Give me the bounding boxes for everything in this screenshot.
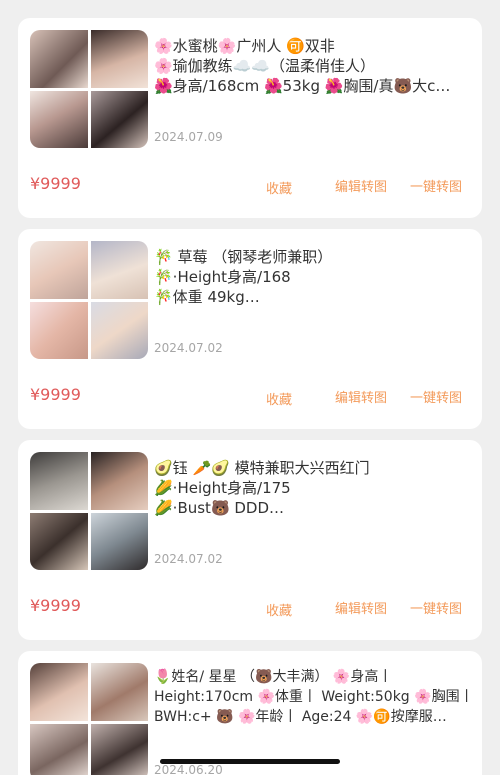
post-date: 2024.07.02: [154, 341, 223, 355]
photo-grid[interactable]: [30, 241, 148, 359]
photo-thumbnail[interactable]: [30, 90, 88, 148]
favorite-button[interactable]: 收藏: [266, 178, 292, 197]
description-line: Height:170cm 🌸体重丨 Weight:50kg 🌸胸围丨: [154, 689, 472, 705]
listing-description: 🌷姓名/ 星星 （🐻大丰满） 🌸身高丨 Height:170cm 🌸体重丨 We…: [154, 667, 472, 727]
one-click-repost-button[interactable]: 一键转图: [410, 176, 462, 195]
photo-grid[interactable]: [30, 452, 148, 570]
listing-card[interactable]: 🌷姓名/ 星星 （🐻大丰满） 🌸身高丨 Height:170cm 🌸体重丨 We…: [18, 651, 482, 775]
photo-thumbnail[interactable]: [90, 301, 148, 359]
description-line: BWH:c+ 🐻 🌸年龄丨 Age:24 🌸🉑按摩服…: [154, 709, 447, 725]
listing-description: 🎋 草莓 （钢琴老师兼职） 🎋·Height身高/168 🎋体重 49kg…: [154, 247, 472, 307]
photo-thumbnail[interactable]: [30, 663, 88, 721]
listing-description: 🥑钰 🥕🥑 模特兼职大兴西红门 🌽·Height身高/175 🌽·Bust🐻 D…: [154, 458, 472, 518]
photo-thumbnail[interactable]: [30, 452, 88, 510]
post-date: 2024.07.09: [154, 130, 223, 144]
favorite-button[interactable]: 收藏: [266, 389, 292, 408]
photo-thumbnail[interactable]: [90, 241, 148, 299]
photo-thumbnail[interactable]: [90, 30, 148, 88]
photo-grid[interactable]: [30, 30, 148, 148]
photo-thumbnail[interactable]: [90, 452, 148, 510]
post-date: 2024.06.20: [154, 763, 223, 775]
price: ¥9999: [30, 174, 81, 193]
photo-thumbnail[interactable]: [90, 663, 148, 721]
photo-thumbnail[interactable]: [90, 512, 148, 570]
photo-thumbnail[interactable]: [90, 90, 148, 148]
photo-thumbnail[interactable]: [30, 30, 88, 88]
description-line: 🌸水蜜桃🌸广州人 🉑双非: [154, 37, 335, 55]
photo-grid[interactable]: [30, 663, 148, 775]
description-line: 🥑钰 🥕🥑 模特兼职大兴西红门: [154, 459, 370, 477]
listing-card[interactable]: 🎋 草莓 （钢琴老师兼职） 🎋·Height身高/168 🎋体重 49kg… 2…: [18, 229, 482, 429]
edit-repost-button[interactable]: 编辑转图: [335, 387, 387, 406]
listing-page: 🌸水蜜桃🌸广州人 🉑双非 🌸瑜伽教练☁️☁️（温柔俏佳人） 🌺身高/168cm …: [0, 0, 500, 775]
description-line: 🌽·Height身高/175: [154, 479, 291, 497]
photo-thumbnail[interactable]: [30, 723, 88, 775]
one-click-repost-button[interactable]: 一键转图: [410, 598, 462, 617]
one-click-repost-button[interactable]: 一键转图: [410, 387, 462, 406]
favorite-button[interactable]: 收藏: [266, 600, 292, 619]
description-line: 🎋体重 49kg…: [154, 288, 260, 306]
post-date: 2024.07.02: [154, 552, 223, 566]
photo-thumbnail[interactable]: [90, 723, 148, 775]
price: ¥9999: [30, 385, 81, 404]
listing-card[interactable]: 🌸水蜜桃🌸广州人 🉑双非 🌸瑜伽教练☁️☁️（温柔俏佳人） 🌺身高/168cm …: [18, 18, 482, 218]
price: ¥9999: [30, 596, 81, 615]
home-indicator[interactable]: [160, 759, 340, 764]
photo-thumbnail[interactable]: [30, 241, 88, 299]
description-line: 🌺身高/168cm 🌺53kg 🌺胸围/真🐻大c…: [154, 77, 451, 95]
description-line: 🎋·Height身高/168: [154, 268, 291, 286]
listing-card[interactable]: 🥑钰 🥕🥑 模特兼职大兴西红门 🌽·Height身高/175 🌽·Bust🐻 D…: [18, 440, 482, 640]
listing-description: 🌸水蜜桃🌸广州人 🉑双非 🌸瑜伽教练☁️☁️（温柔俏佳人） 🌺身高/168cm …: [154, 36, 472, 96]
description-line: 🎋 草莓 （钢琴老师兼职）: [154, 248, 333, 266]
edit-repost-button[interactable]: 编辑转图: [335, 598, 387, 617]
edit-repost-button[interactable]: 编辑转图: [335, 176, 387, 195]
description-line: 🌸瑜伽教练☁️☁️（温柔俏佳人）: [154, 57, 376, 75]
description-line: 🌽·Bust🐻 DDD…: [154, 499, 285, 517]
description-line: 🌷姓名/ 星星 （🐻大丰满） 🌸身高丨: [154, 669, 393, 685]
photo-thumbnail[interactable]: [30, 512, 88, 570]
photo-thumbnail[interactable]: [30, 301, 88, 359]
